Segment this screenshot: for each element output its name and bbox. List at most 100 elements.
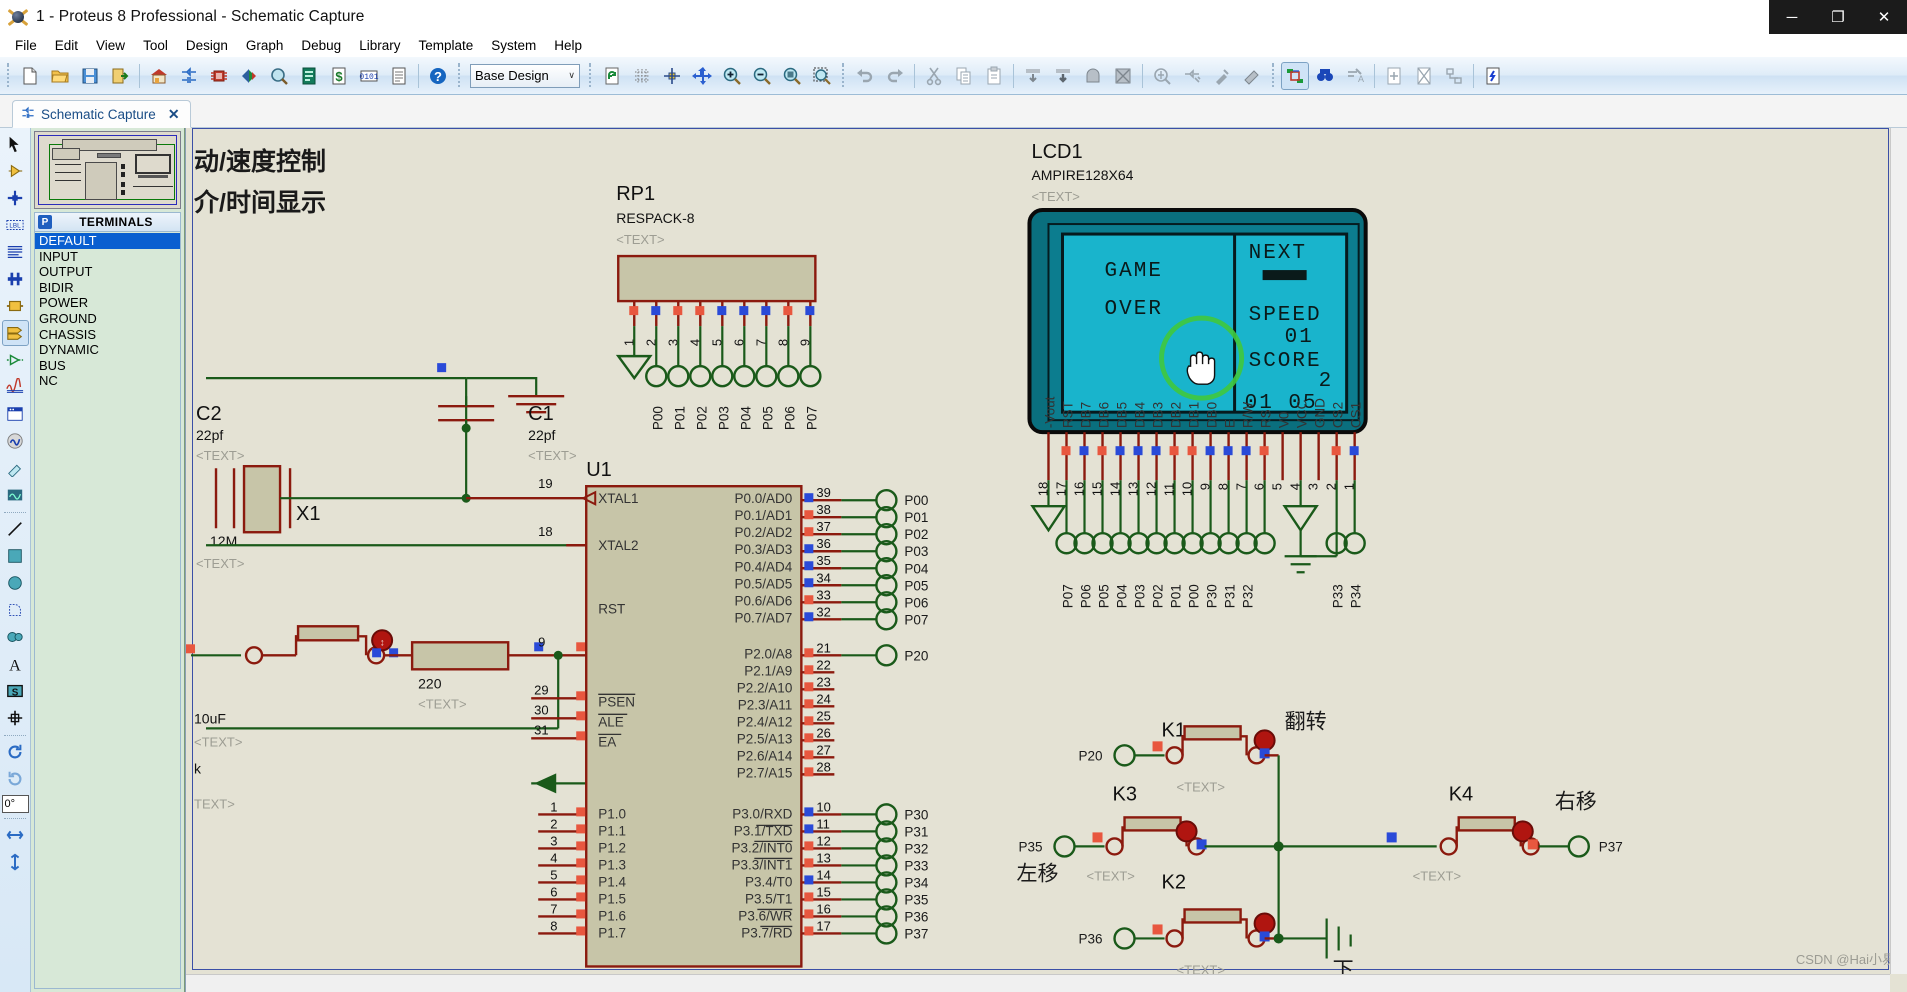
schematic-capture-icon[interactable]	[175, 62, 203, 90]
menu-item-help[interactable]: Help	[545, 36, 591, 55]
close-icon[interactable]: ✕	[168, 106, 180, 123]
zoom-all-icon[interactable]	[778, 62, 806, 90]
list-item[interactable]: OUTPUT	[35, 264, 180, 280]
list-item[interactable]: DEFAULT	[35, 233, 180, 249]
pcb-layout-icon[interactable]	[205, 62, 233, 90]
subcircuit-icon[interactable]	[2, 293, 29, 319]
list-item[interactable]: INPUT	[35, 249, 180, 265]
zoom-out-icon[interactable]	[748, 62, 776, 90]
list-item[interactable]: BIDIR	[35, 280, 180, 296]
rotation-value[interactable]: 0°	[2, 795, 29, 813]
device-pin-icon[interactable]	[2, 347, 29, 373]
terminals-mode-icon[interactable]	[2, 320, 29, 346]
horizontal-scrollbar[interactable]	[186, 974, 1890, 992]
arc-icon[interactable]	[2, 597, 29, 623]
source-code-icon[interactable]: 0101	[355, 62, 383, 90]
list-item[interactable]: NC	[35, 373, 180, 389]
toolbar-grip[interactable]	[5, 63, 12, 89]
search-tag-icon[interactable]	[1311, 62, 1339, 90]
home-icon[interactable]	[145, 62, 173, 90]
graph-icon[interactable]	[2, 374, 29, 400]
redo-icon[interactable]	[881, 62, 909, 90]
switch-network[interactable]: K1 P20 翻转 <TEXT> P35	[1016, 710, 1622, 981]
maximize-button[interactable]: ❐	[1815, 0, 1861, 34]
block-rotate-icon[interactable]	[1079, 62, 1107, 90]
report-icon[interactable]	[385, 62, 413, 90]
vertical-scrollbar[interactable]	[1890, 128, 1907, 974]
origin-icon[interactable]	[658, 62, 686, 90]
minimize-button[interactable]: ─	[1769, 0, 1815, 34]
menu-item-library[interactable]: Library	[350, 36, 409, 55]
zoom-area-icon[interactable]	[808, 62, 836, 90]
make-device-icon[interactable]	[1178, 62, 1206, 90]
pick-device-icon-small[interactable]: P	[38, 215, 52, 229]
netlist-icon[interactable]	[1479, 62, 1507, 90]
list-item[interactable]: DYNAMIC	[35, 342, 180, 358]
menu-item-tool[interactable]: Tool	[134, 36, 177, 55]
component-lcd1[interactable]: LCD1 AMPIRE128X64 <TEXT> GAME OVER NEXT …	[1029, 141, 1365, 608]
packaging-tool-icon[interactable]	[1208, 62, 1236, 90]
property-assignment-icon[interactable]: A	[1341, 62, 1369, 90]
component-rp1[interactable]: RP1 RESPACK-8 <TEXT>	[616, 183, 820, 430]
paste-icon[interactable]	[980, 62, 1008, 90]
menu-item-view[interactable]: View	[87, 36, 134, 55]
text-icon[interactable]: A	[2, 651, 29, 677]
copy-icon[interactable]	[950, 62, 978, 90]
tab-schematic-capture[interactable]: Schematic Capture ✕	[12, 100, 191, 128]
menu-item-graph[interactable]: Graph	[237, 36, 293, 55]
open-folder-icon[interactable]	[46, 62, 74, 90]
pan-icon[interactable]	[688, 62, 716, 90]
mirror-horizontal-icon[interactable]	[2, 822, 29, 848]
pick-device-icon[interactable]	[1148, 62, 1176, 90]
remove-sheet-icon[interactable]	[1410, 62, 1438, 90]
buses-icon[interactable]	[2, 266, 29, 292]
box-icon[interactable]	[2, 543, 29, 569]
crystal-network[interactable]: C1 22pf <TEXT> C2 22pf <TEXT> X1 12M <TE…	[196, 363, 586, 571]
undo-icon[interactable]	[851, 62, 879, 90]
new-document-icon[interactable]	[16, 62, 44, 90]
junction-dot-icon[interactable]	[2, 185, 29, 211]
block-copy-icon[interactable]	[1019, 62, 1047, 90]
virtual-instrument-icon[interactable]	[2, 482, 29, 508]
schematic-canvas[interactable]: .w { stroke:#1a5a1a; stroke-width:2.2; f…	[185, 128, 1907, 992]
decompose-icon[interactable]	[1238, 62, 1266, 90]
menu-item-template[interactable]: Template	[409, 36, 482, 55]
menu-item-system[interactable]: System	[482, 36, 545, 55]
dollar-icon[interactable]: $	[325, 62, 353, 90]
closed-path-icon[interactable]	[2, 624, 29, 650]
rotate-ccw-icon[interactable]	[2, 766, 29, 792]
symbol-icon[interactable]: S	[2, 678, 29, 704]
list-item[interactable]: CHASSIS	[35, 327, 180, 343]
menu-item-file[interactable]: File	[6, 36, 46, 55]
close-button[interactable]: ✕	[1861, 0, 1907, 34]
save-icon[interactable]	[76, 62, 104, 90]
reset-network[interactable]: ↕ 220 <TEXT> 9 10uF <TEXT> k	[186, 626, 586, 776]
export-icon[interactable]	[106, 62, 134, 90]
new-sheet-icon[interactable]	[1380, 62, 1408, 90]
line-icon[interactable]	[2, 516, 29, 542]
marker-icon[interactable]	[2, 705, 29, 731]
design-selector[interactable]: Base Design ∨	[470, 64, 580, 88]
wire-autorouter-icon[interactable]	[1281, 62, 1309, 90]
list-item[interactable]: POWER	[35, 295, 180, 311]
voltage-probe-icon[interactable]	[2, 455, 29, 481]
zoom-in-icon[interactable]	[718, 62, 746, 90]
toolbar-grip-4[interactable]	[840, 63, 847, 89]
menu-item-edit[interactable]: Edit	[46, 36, 87, 55]
help-icon[interactable]: ?	[424, 62, 452, 90]
toolbar-grip-5[interactable]	[1270, 63, 1277, 89]
menu-item-debug[interactable]: Debug	[292, 36, 350, 55]
tape-recorder-icon[interactable]	[2, 401, 29, 427]
menu-item-design[interactable]: Design	[177, 36, 237, 55]
circle-icon[interactable]	[2, 570, 29, 596]
3d-visualizer-icon[interactable]	[235, 62, 263, 90]
toolbar-grip-3[interactable]	[587, 63, 594, 89]
block-move-icon[interactable]	[1049, 62, 1077, 90]
bom-icon[interactable]	[295, 62, 323, 90]
list-item[interactable]: GROUND	[35, 311, 180, 327]
generator-icon[interactable]	[2, 428, 29, 454]
component-mode-icon[interactable]	[2, 158, 29, 184]
schematic-drawing[interactable]: .w { stroke:#1a5a1a; stroke-width:2.2; f…	[186, 128, 1907, 992]
selection-mode-icon[interactable]	[2, 131, 29, 157]
block-delete-icon[interactable]	[1109, 62, 1137, 90]
